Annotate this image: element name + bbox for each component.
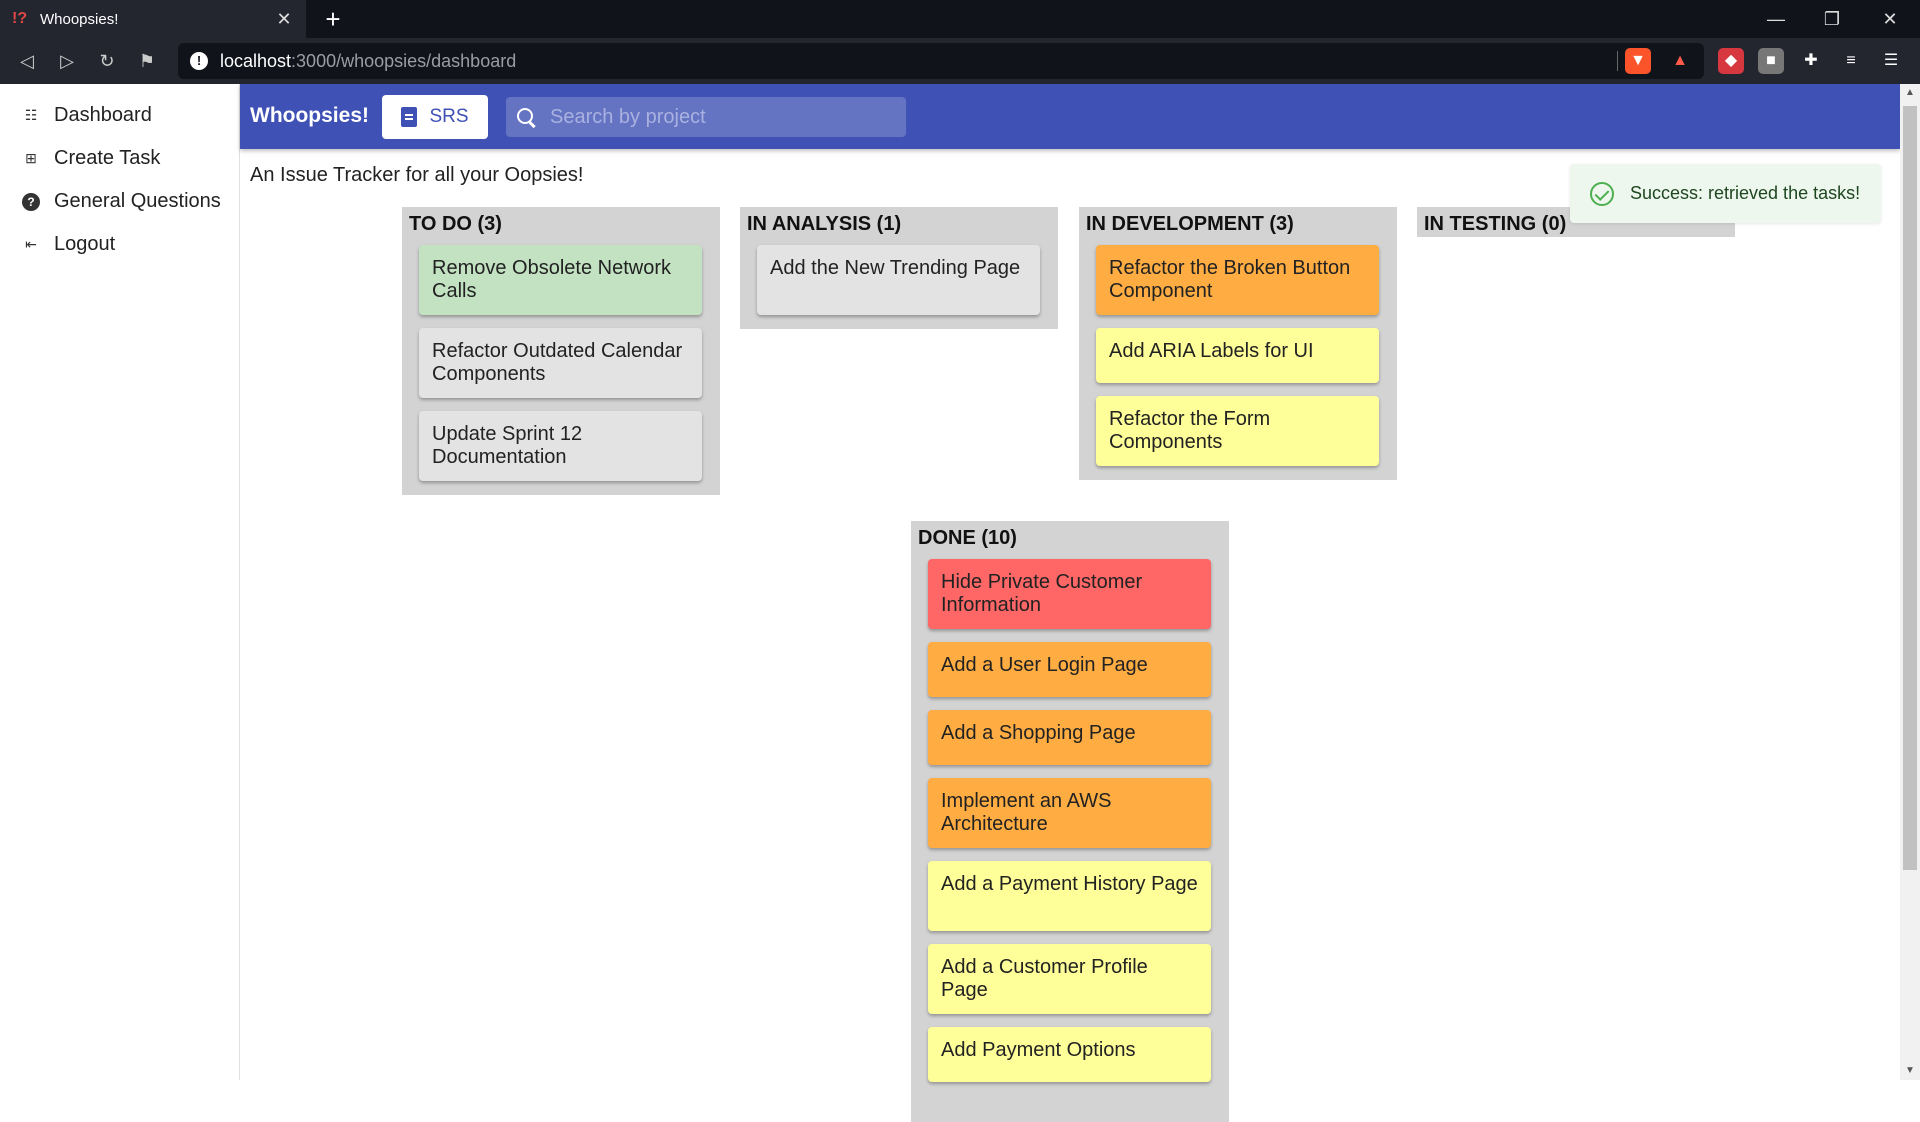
page-scrollbar[interactable]: ▲ ▼ xyxy=(1900,84,1920,1080)
task-card[interactable]: Hide Private Customer Information xyxy=(928,559,1211,629)
column-done: DONE (10) Hide Private Customer Informat… xyxy=(911,521,1229,1122)
scroll-down-icon[interactable]: ▼ xyxy=(1900,1062,1920,1080)
column-title: IN DEVELOPMENT (3) xyxy=(1086,213,1294,235)
task-card[interactable]: Refactor the Broken Button Component xyxy=(1096,245,1379,315)
sidebar-item-logout[interactable]: ⇤ Logout xyxy=(0,223,239,266)
column-title: DONE (10) xyxy=(918,527,1017,549)
task-card[interactable]: Refactor Outdated Calendar Components xyxy=(419,328,702,398)
task-card[interactable]: Add a Shopping Page xyxy=(928,710,1211,765)
sidebar-item-dashboard[interactable]: ☷ Dashboard xyxy=(0,94,239,137)
browser-tab[interactable]: !? Whoopsies! ✕ xyxy=(0,0,306,38)
browser-toolbar: ◁ ▷ ↻ ⚑ ! localhost :3000/whoopsies/dash… xyxy=(0,38,1920,84)
back-icon[interactable]: ◁ xyxy=(12,46,42,76)
check-circle-icon xyxy=(1590,181,1614,206)
brave-shield-icon[interactable]: ▼ xyxy=(1625,48,1651,74)
sidebar: ☷ Dashboard ⊞ Create Task ? General Ques… xyxy=(0,84,240,1080)
tab-title: Whoopsies! xyxy=(40,10,119,28)
browser-tabbar: !? Whoopsies! ✕ + — ❐ ✕ xyxy=(0,0,1920,38)
sidebar-item-general-questions[interactable]: ? General Questions xyxy=(0,180,239,223)
forward-icon[interactable]: ▷ xyxy=(52,46,82,76)
task-card[interactable]: Add ARIA Labels for UI xyxy=(1096,328,1379,383)
address-bar[interactable]: ! localhost :3000/whoopsies/dashboard xyxy=(178,43,1704,79)
sidebar-item-label: Create Task xyxy=(54,147,161,169)
column-in-analysis: IN ANALYSIS (1) Add the New Trending Pag… xyxy=(740,207,1058,329)
extension-icon[interactable]: ■ xyxy=(1758,48,1784,74)
url-host: localhost xyxy=(220,50,292,71)
task-card[interactable]: Remove Obsolete Network Calls xyxy=(419,245,702,315)
close-window-icon[interactable]: ✕ xyxy=(1862,0,1918,38)
sidebar-item-label: Logout xyxy=(54,233,116,255)
task-card[interactable]: Refactor the Form Components xyxy=(1096,396,1379,466)
url-path: :3000/whoopsies/dashboard xyxy=(291,50,517,71)
add-box-icon: ⊞ xyxy=(25,150,37,166)
search-input[interactable] xyxy=(550,105,870,129)
omnibox-divider xyxy=(1617,51,1618,71)
scrollbar-thumb[interactable] xyxy=(1903,106,1917,870)
sidebar-item-create-task[interactable]: ⊞ Create Task xyxy=(0,137,239,180)
scroll-up-icon[interactable]: ▲ xyxy=(1900,84,1920,102)
sidebar-item-label: Dashboard xyxy=(54,104,152,126)
extension-icon[interactable]: ◆ xyxy=(1718,48,1744,74)
new-tab-button[interactable]: + xyxy=(318,4,348,34)
search-icon xyxy=(516,107,536,127)
toast-message: Success: retrieved the tasks! xyxy=(1630,183,1861,203)
help-icon: ? xyxy=(22,192,40,211)
task-card[interactable]: Add a Payment History Page xyxy=(928,861,1211,931)
srs-button[interactable]: SRS xyxy=(382,95,488,139)
sidebar-item-label: General Questions xyxy=(54,190,221,212)
app-bar: Whoopsies! SRS xyxy=(240,84,1900,149)
minimize-icon[interactable]: — xyxy=(1748,0,1804,38)
rewards-icon[interactable]: ▲ xyxy=(1667,48,1693,74)
playlist-icon[interactable]: ≡ xyxy=(1838,48,1864,74)
restore-icon[interactable]: ❐ xyxy=(1804,0,1860,38)
clipboard-icon xyxy=(401,107,418,127)
task-card[interactable]: Add the New Trending Page xyxy=(757,245,1040,315)
column-in-development: IN DEVELOPMENT (3) Refactor the Broken B… xyxy=(1079,207,1397,480)
favicon-icon: !? xyxy=(12,10,28,27)
column-title: TO DO (3) xyxy=(409,213,502,235)
success-toast: Success: retrieved the tasks! xyxy=(1570,164,1881,223)
tagline: An Issue Tracker for all your Oopsies! xyxy=(250,164,584,186)
task-card[interactable]: Add a User Login Page xyxy=(928,642,1211,697)
logout-icon: ⇤ xyxy=(25,236,37,252)
search-box[interactable] xyxy=(506,97,906,137)
close-tab-icon[interactable]: ✕ xyxy=(274,9,294,30)
list-icon: ☷ xyxy=(24,107,38,123)
task-card[interactable]: Add Payment Options xyxy=(928,1027,1211,1082)
puzzle-icon[interactable]: ✚ xyxy=(1798,48,1824,74)
column-todo: TO DO (3) Remove Obsolete Network Calls … xyxy=(402,207,720,495)
task-card[interactable]: Add a Customer Profile Page xyxy=(928,944,1211,1014)
task-card[interactable]: Update Sprint 12 Documentation xyxy=(419,411,702,481)
bookmark-icon[interactable]: ⚑ xyxy=(132,46,162,76)
reload-icon[interactable]: ↻ xyxy=(92,46,122,76)
task-card[interactable]: Implement an AWS Architecture xyxy=(928,778,1211,848)
column-title: IN ANALYSIS (1) xyxy=(747,213,902,235)
brand-title[interactable]: Whoopsies! xyxy=(250,104,369,128)
srs-label: SRS xyxy=(429,106,469,127)
site-info-icon[interactable]: ! xyxy=(190,52,208,70)
menu-icon[interactable]: ☰ xyxy=(1878,48,1904,74)
